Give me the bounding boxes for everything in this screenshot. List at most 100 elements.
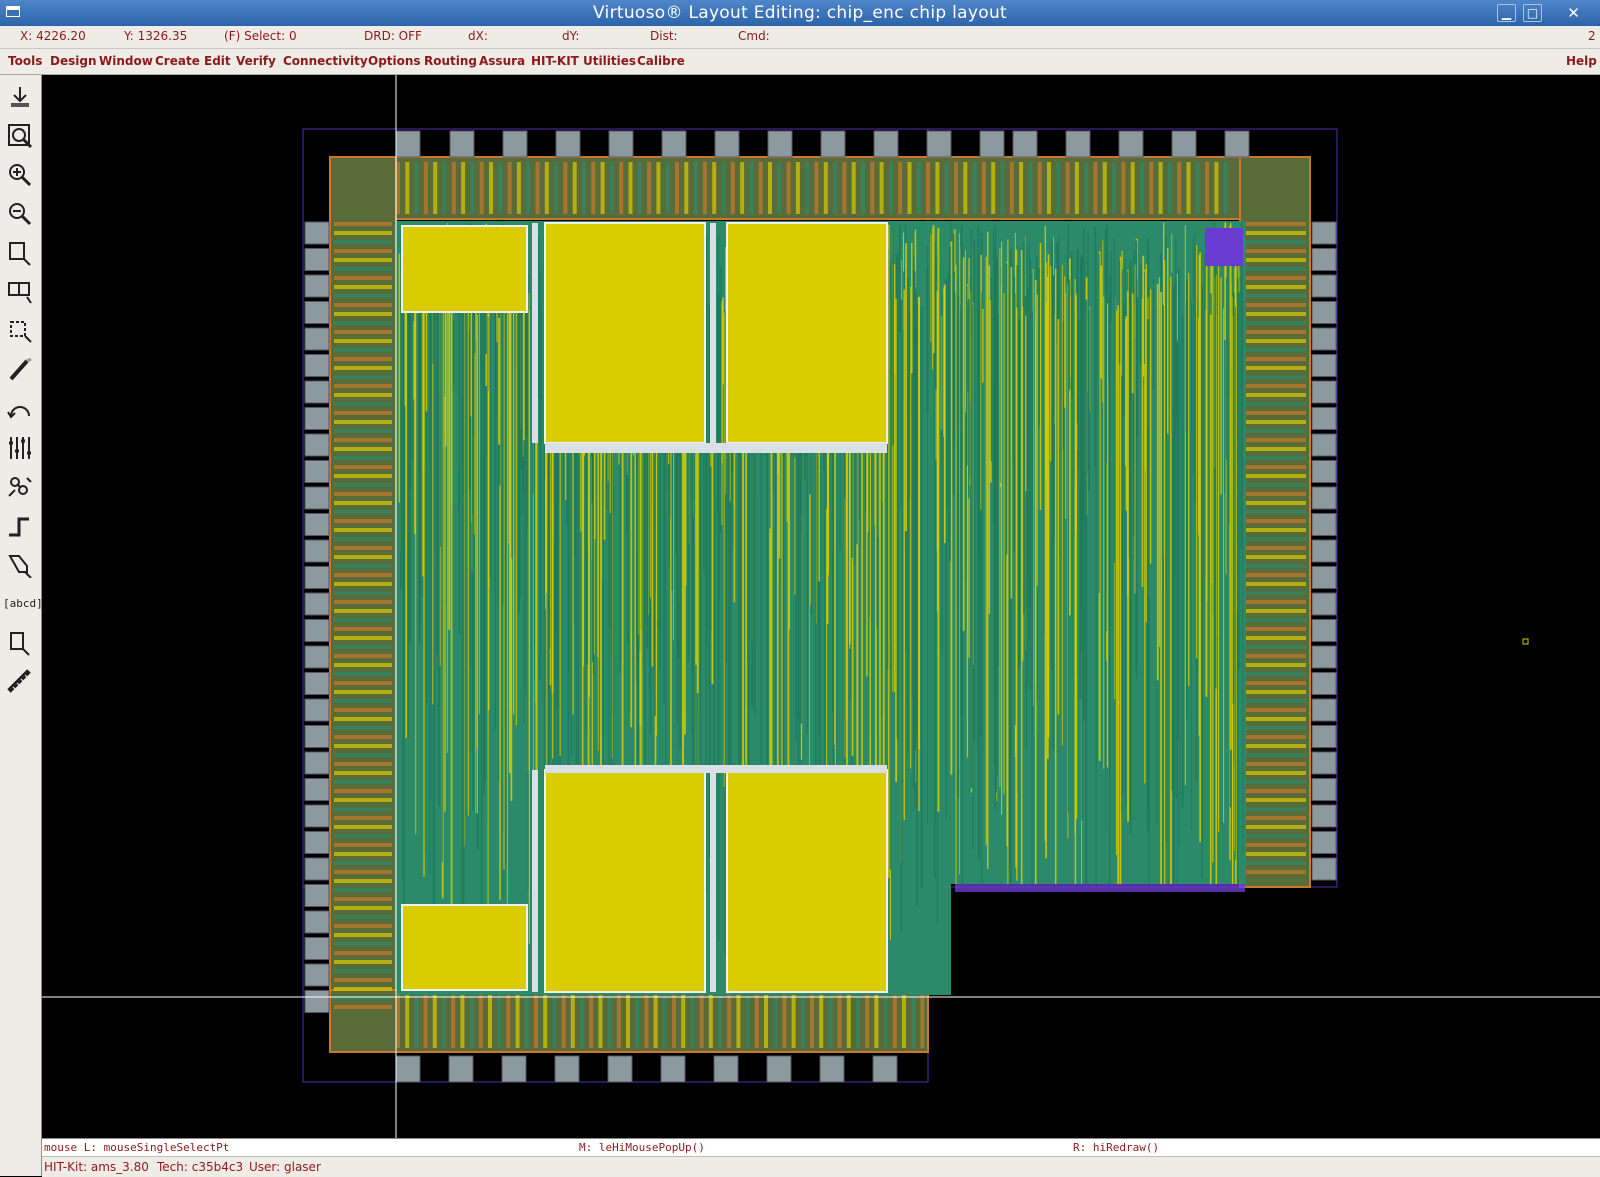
memory-macro-1 — [544, 222, 706, 444]
undo-tool[interactable] — [2, 391, 38, 427]
bond-pad — [661, 130, 687, 158]
search-icon — [8, 477, 32, 497]
bond-pad — [1311, 725, 1337, 748]
fit-view-icon — [8, 124, 33, 149]
purple-region-top-right — [1205, 228, 1243, 266]
bond-pad — [304, 380, 330, 404]
bond-pad — [1311, 539, 1337, 563]
path-tool[interactable] — [2, 508, 38, 544]
properties-icon — [9, 437, 31, 459]
stretch-tool[interactable] — [2, 235, 38, 271]
bond-pad — [1311, 619, 1337, 642]
bond-pad — [304, 301, 330, 324]
save-tool[interactable] — [2, 79, 38, 115]
menu-calibre[interactable]: Calibre — [637, 54, 685, 68]
save-icon — [11, 87, 29, 107]
memory-macro-3 — [544, 769, 706, 993]
bond-pad — [714, 130, 740, 158]
maximize-button[interactable]: □ — [1523, 4, 1542, 22]
bond-pad — [304, 910, 330, 934]
menu-connectivity[interactable]: Connectivity — [283, 54, 368, 68]
bond-pad — [304, 990, 330, 1013]
bond-pad — [304, 963, 330, 987]
chip-layout-drawing[interactable] — [42, 75, 1600, 1138]
bond-pad — [1311, 433, 1337, 457]
minimize-button[interactable]: ▁ — [1497, 4, 1516, 22]
bond-pad — [767, 130, 793, 158]
bond-pad — [304, 831, 330, 854]
bond-pad — [304, 407, 330, 430]
mouse-binding-bar: mouse L: mouseSingleSelectPt M: leHiMous… — [42, 1138, 1600, 1156]
dy-readout: dY: — [562, 29, 580, 43]
memory-macro-4 — [726, 769, 888, 993]
menu-help[interactable]: Help — [1566, 54, 1597, 68]
bond-pad — [1311, 645, 1337, 669]
menu-assura[interactable]: Assura — [479, 54, 525, 68]
label-tool[interactable]: [abcd] — [2, 586, 43, 622]
fit-view-tool[interactable] — [2, 118, 38, 154]
bond-pad — [304, 539, 330, 563]
menu-routing[interactable]: Routing — [424, 54, 477, 68]
menu-options[interactable]: Options — [368, 54, 421, 68]
menu-verify[interactable]: Verify — [236, 54, 276, 68]
bond-pad — [304, 619, 330, 642]
stretch-icon — [9, 242, 31, 266]
bond-pad — [304, 274, 330, 298]
copy-icon — [8, 282, 32, 304]
dist-readout: Dist: — [650, 29, 678, 43]
user-name: User: glaser — [249, 1160, 321, 1174]
bond-pad — [926, 130, 952, 158]
bond-pad — [1311, 831, 1337, 854]
zoom-out-tool[interactable] — [2, 196, 38, 232]
menu-create[interactable]: Create — [155, 54, 200, 68]
marker-point — [1522, 638, 1529, 645]
menu-window[interactable]: Window — [99, 54, 153, 68]
polygon-tool[interactable] — [2, 547, 38, 583]
bond-pad — [502, 130, 528, 158]
move-tool[interactable] — [2, 313, 38, 349]
move-icon — [10, 321, 32, 343]
bond-pad — [304, 698, 330, 722]
instance-tool[interactable] — [2, 625, 38, 661]
zoom-in-tool[interactable] — [2, 157, 38, 193]
select-count: (F) Select: 0 — [224, 29, 297, 43]
search-tool[interactable] — [2, 469, 38, 505]
bond-pad — [304, 221, 330, 245]
title-bar: Virtuoso® Layout Editing: chip_enc chip … — [0, 0, 1600, 26]
bond-pad — [1311, 804, 1337, 828]
mouse-right-binding: R: hiRedraw() — [1073, 1141, 1160, 1154]
bond-pad — [304, 645, 330, 669]
bond-pad — [819, 1055, 845, 1083]
layout-canvas[interactable] — [42, 75, 1600, 1138]
drd-status: DRD: OFF — [364, 29, 422, 43]
bond-pad — [304, 778, 330, 801]
bond-pad — [304, 248, 330, 271]
close-button[interactable]: ✕ — [1564, 4, 1583, 22]
ruler-tool[interactable] — [2, 664, 38, 700]
properties-tool[interactable] — [2, 430, 38, 466]
ruler-icon — [7, 669, 31, 693]
menu-edit[interactable]: Edit — [204, 54, 231, 68]
memory-macro-2 — [726, 222, 888, 444]
delete-tool[interactable] — [2, 352, 38, 388]
menu-hit-kit-utilities[interactable]: HIT-KIT Utilities — [531, 54, 636, 68]
bond-pad — [304, 937, 330, 960]
tech-library: Tech: c35b4c3 — [157, 1160, 244, 1174]
bond-pad — [1311, 566, 1337, 589]
memory-macro-5 — [401, 225, 528, 313]
copy-tool[interactable] — [2, 274, 38, 310]
menu-tools[interactable]: Tools — [8, 54, 42, 68]
bond-pad — [304, 672, 330, 695]
bond-pad — [1311, 672, 1337, 695]
bond-pad — [304, 592, 330, 616]
bond-pad — [304, 725, 330, 748]
bond-pad — [304, 433, 330, 457]
bond-pad — [1311, 778, 1337, 801]
tool-palette: [abcd] — [0, 75, 43, 1176]
zoom-out-icon — [9, 203, 32, 226]
bond-pad — [1012, 130, 1038, 158]
mouse-middle-binding: M: leHiMousePopUp() — [579, 1141, 705, 1154]
bond-pad — [1311, 486, 1337, 510]
bond-pad — [501, 1055, 527, 1083]
menu-design[interactable]: Design — [50, 54, 97, 68]
